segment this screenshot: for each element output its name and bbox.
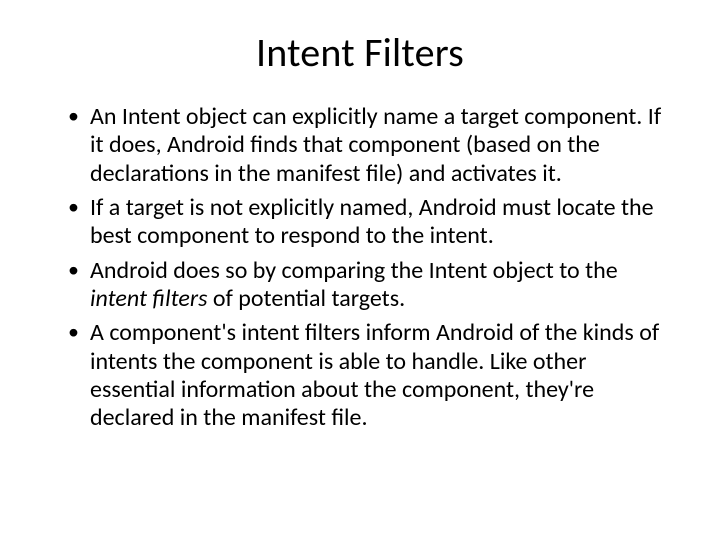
slide-title: Intent Filters: [50, 28, 670, 77]
list-item: Android does so by comparing the Intent …: [68, 257, 666, 314]
bullet-list: An Intent object can explicitly name a t…: [50, 103, 670, 432]
list-item: An Intent object can explicitly name a t…: [68, 103, 666, 188]
bullet-text: If a target is not explicitly named, And…: [90, 193, 654, 250]
bullet-text-prefix: Android does so by comparing the Intent …: [90, 256, 618, 285]
list-item: If a target is not explicitly named, And…: [68, 194, 666, 251]
slide: Intent Filters An Intent object can expl…: [0, 0, 720, 540]
list-item: A component's intent filters inform Andr…: [68, 319, 666, 432]
bullet-text-emph: intent filters: [90, 284, 207, 313]
bullet-text: A component's intent filters inform Andr…: [90, 318, 659, 432]
bullet-text: An Intent object can explicitly name a t…: [90, 102, 661, 188]
bullet-text-suffix: of potential targets.: [207, 284, 405, 313]
